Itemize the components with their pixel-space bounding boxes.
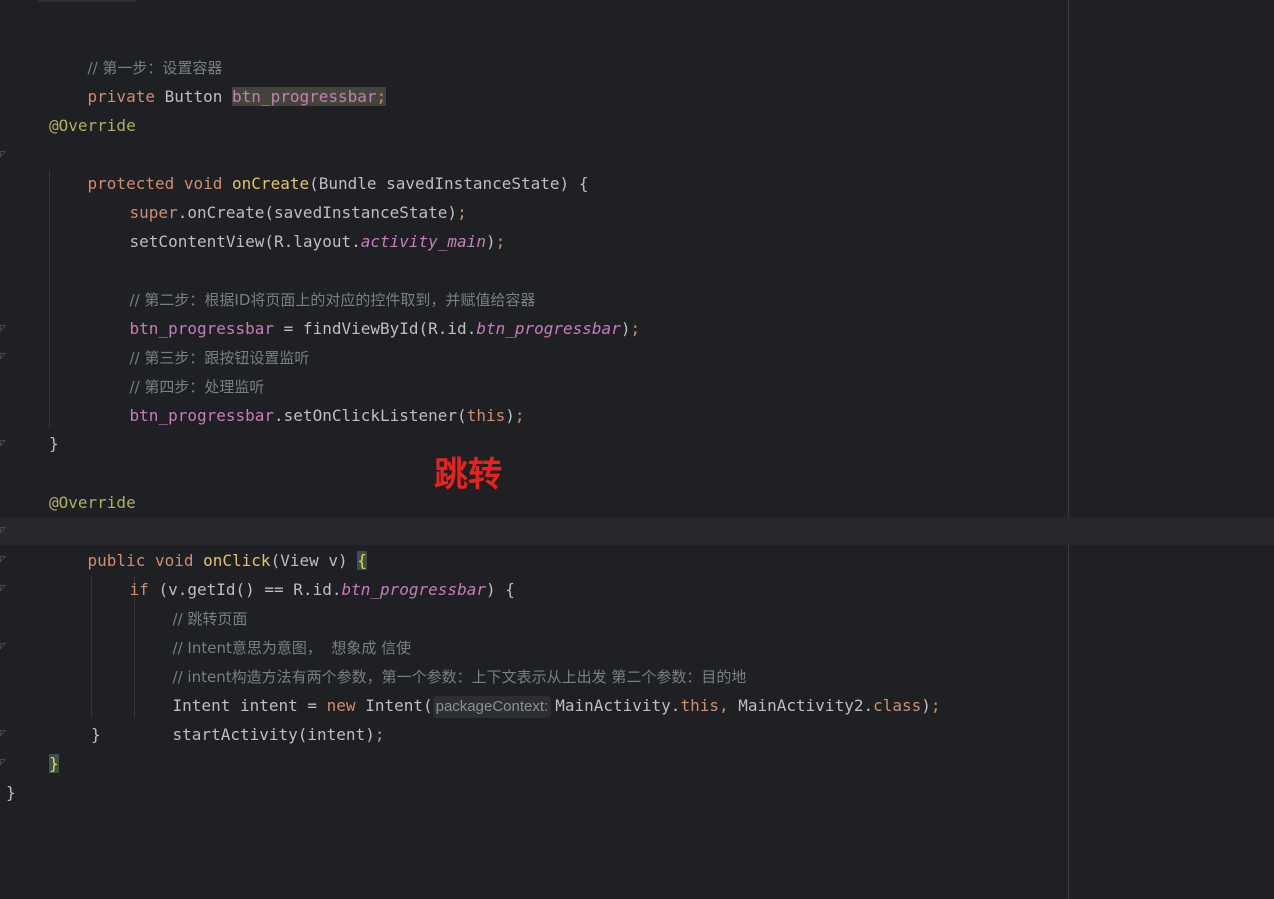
code-keyword: this: [466, 406, 506, 425]
code-semicolon: ;: [374, 725, 385, 744]
code-keyword: private: [87, 87, 165, 106]
code-text: ): [485, 232, 496, 251]
code-text: MainActivity2.: [738, 696, 874, 715]
code-line[interactable]: startActivity(intent);: [134, 691, 385, 744]
code-line[interactable]: // 第二步：根据ID将页面上的对应的控件取到，并赋值给容器: [91, 256, 536, 309]
code-annotation[interactable]: @Override: [49, 488, 136, 517]
fold-marker-icon[interactable]: ◸: [0, 439, 8, 449]
code-line[interactable]: // intent构造方法有两个参数，第一个参数：上下文表示从上出发 第二个参数…: [134, 633, 747, 686]
code-semicolon: ;: [495, 232, 506, 251]
fold-marker-icon[interactable]: ◸: [0, 324, 8, 334]
code-line[interactable]: if (v.getId() == R.id.btn_progressbar) {: [91, 546, 515, 599]
code-closing-brace[interactable]: }: [49, 749, 59, 778]
code-line[interactable]: public void onClick(View v) {: [49, 517, 367, 570]
code-editor[interactable]: ◸ ◸ ◸ ◸ ◸ ◸ ◸ ◸ ◸ ◸ // 第一步：设置容器 private …: [0, 0, 1274, 899]
code-keyword: this,: [680, 696, 739, 715]
code-text: MainActivity.: [555, 696, 681, 715]
overlay-label: 跳转: [434, 455, 502, 495]
code-line[interactable]: Intent intent = new Intent(packageContex…: [134, 662, 941, 718]
code-line[interactable]: btn_progressbar = findViewById(R.id.btn_…: [91, 285, 641, 338]
code-line[interactable]: super.onCreate(savedInstanceState);: [91, 169, 467, 222]
code-line[interactable]: // 第一步：设置容器: [49, 24, 223, 77]
code-semicolon: ;: [376, 87, 387, 106]
fold-marker-icon[interactable]: ◸: [0, 526, 8, 536]
code-field: btn_progressbar: [341, 580, 486, 599]
right-margin-guide: [1068, 0, 1069, 899]
fold-marker-icon[interactable]: ◸: [0, 729, 8, 739]
code-field: btn_progressbar: [129, 406, 275, 425]
code-closing-brace[interactable]: }: [91, 720, 101, 749]
code-text: ): [921, 696, 931, 715]
code-line[interactable]: // 第四步：处理监听: [91, 343, 265, 396]
matched-brace: }: [49, 754, 59, 773]
code-text: setContentView(R.layout.: [129, 232, 361, 251]
fold-marker-icon[interactable]: ◸: [0, 150, 8, 160]
code-closing-brace[interactable]: }: [49, 429, 59, 458]
code-semicolon: ;: [630, 319, 641, 338]
code-line[interactable]: // 第三步：跟按钮设置监听: [91, 314, 310, 367]
code-field: btn_progressbar: [476, 319, 621, 338]
fold-marker-icon[interactable]: ◸: [0, 352, 8, 362]
fold-marker-icon[interactable]: ◸: [0, 758, 8, 768]
code-closing-brace[interactable]: }: [6, 778, 16, 807]
code-semicolon: ;: [514, 406, 525, 425]
code-field: activity_main: [360, 232, 486, 251]
fold-marker-icon[interactable]: ◸: [0, 584, 8, 594]
code-text: .setOnClickListener(: [274, 406, 467, 425]
tab-indicator: [38, 0, 136, 2]
code-text: ): [505, 406, 515, 425]
code-text: startActivity(intent): [172, 725, 375, 744]
code-line[interactable]: private Button btn_progressbar;: [49, 53, 387, 106]
code-field-highlighted: btn_progressbar: [232, 87, 377, 106]
code-line[interactable]: protected void onCreate(Bundle savedInst…: [49, 140, 589, 193]
fold-marker-icon[interactable]: ◸: [0, 642, 8, 652]
fold-marker-icon[interactable]: ◸: [0, 555, 8, 565]
code-text: ) {: [485, 580, 515, 599]
parameter-hint: packageContext:: [432, 696, 552, 718]
code-line[interactable]: setContentView(R.layout.activity_main);: [91, 198, 506, 251]
code-semicolon: ;: [930, 696, 941, 715]
code-line[interactable]: btn_progressbar.setOnClickListener(this)…: [91, 372, 525, 425]
code-keyword: class: [873, 696, 922, 715]
code-annotation[interactable]: @Override: [49, 111, 136, 140]
code-line[interactable]: // Intent意思为意图， 想象成 信使: [134, 604, 412, 657]
code-line[interactable]: // 跳转页面: [134, 575, 248, 628]
code-type: Button: [164, 87, 233, 106]
